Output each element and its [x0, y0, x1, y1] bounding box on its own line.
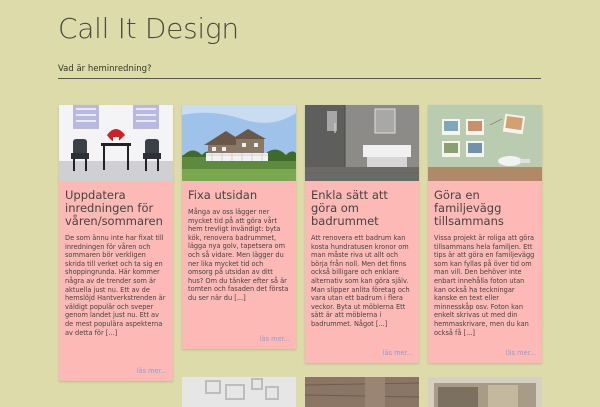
post-card-exterior: Fixa utsidan Många av oss lägger ner myc…	[182, 105, 296, 349]
post-card-family-wall: Göra en familjevägg tillsammans Vissa pr…	[428, 105, 542, 363]
post-title[interactable]: Enkla sätt att göra om badrummet	[311, 189, 413, 228]
site-title[interactable]: Call It Design	[58, 12, 239, 45]
site-tagline: Vad är heminredning?	[58, 64, 541, 79]
post-thumbnail-bathroom[interactable]	[305, 105, 419, 181]
post-excerpt: Vissa projekt är roliga att göra tillsam…	[434, 234, 535, 337]
post-excerpt: Många av oss lägger ner mycket tid på at…	[188, 208, 289, 302]
post-thumbnail-house[interactable]	[182, 105, 296, 181]
post-title[interactable]: Göra en familjevägg tillsammans	[434, 189, 536, 228]
post-title[interactable]: Fixa utsidan	[188, 189, 290, 202]
read-more-link[interactable]: läs mer...	[506, 349, 536, 357]
post-excerpt: De som ännu inte har fixat till inrednin…	[65, 234, 166, 337]
post-thumbnail-vintage[interactable]	[428, 377, 542, 407]
post-card-spring-summer: Uppdatera inredningen för våren/sommaren…	[59, 105, 173, 381]
post-thumbnail-living-room[interactable]	[59, 105, 173, 181]
post-thumbnail-wood[interactable]	[305, 377, 419, 407]
post-title[interactable]: Uppdatera inredningen för våren/sommaren	[65, 189, 167, 228]
post-card-bathroom: Enkla sätt att göra om badrummet Att ren…	[305, 105, 419, 363]
post-thumbnail-frames[interactable]	[182, 377, 296, 407]
read-more-link[interactable]: läs mer...	[383, 349, 413, 357]
read-more-link[interactable]: läs mer...	[260, 335, 290, 343]
read-more-link[interactable]: läs mer...	[137, 367, 167, 375]
post-excerpt: Att renovera ett badrum kan kosta hundra…	[311, 234, 410, 328]
post-thumbnail-photo-wall[interactable]	[428, 105, 542, 181]
